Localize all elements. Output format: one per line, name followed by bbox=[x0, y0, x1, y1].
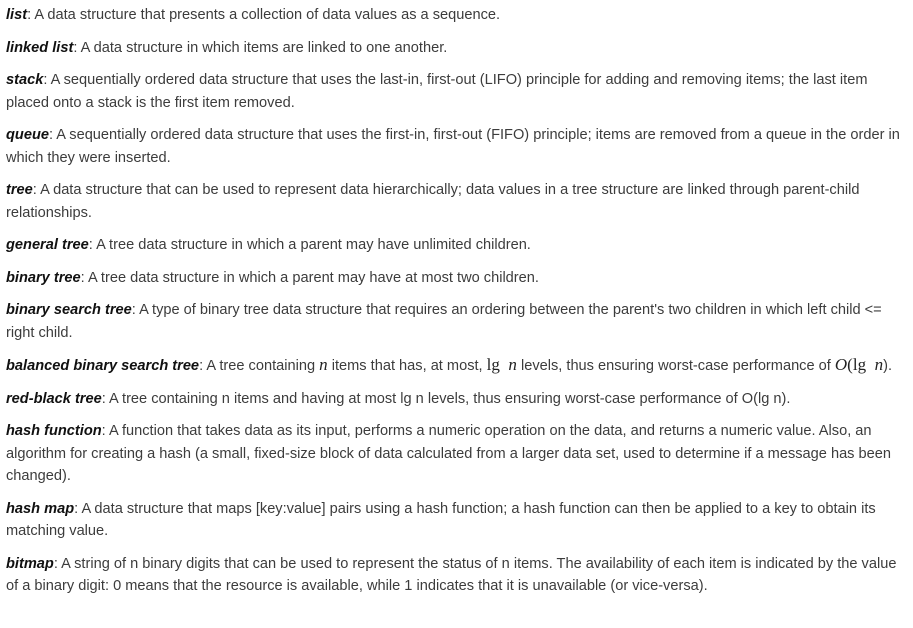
glossary-entry-binary-search-tree: binary search tree: A type of binary tre… bbox=[6, 302, 882, 341]
math-n: n bbox=[319, 355, 328, 374]
definition: A data structure that can be used to rep… bbox=[6, 182, 860, 221]
glossary-entry-list: list: A data structure that presents a c… bbox=[6, 7, 501, 23]
definition: A data structure that maps [key:value] p… bbox=[6, 500, 876, 540]
glossary-entry-hash-function: hash function: A function that takes dat… bbox=[6, 423, 892, 484]
term: balanced binary search tree bbox=[6, 358, 200, 374]
definition: A function that takes data as its input,… bbox=[6, 423, 892, 484]
term: binary tree bbox=[6, 269, 81, 286]
definition: A tree data structure in which a parent … bbox=[96, 237, 531, 253]
term: hash map bbox=[6, 500, 75, 517]
definition: A sequentially ordered data structure th… bbox=[6, 72, 868, 111]
math-big-o: O(lg n bbox=[834, 355, 884, 374]
term: red-black tree bbox=[6, 390, 102, 407]
term: stack bbox=[6, 72, 44, 88]
math-lg-n: lg n bbox=[486, 355, 517, 374]
definition: A data structure that presents a collect… bbox=[34, 7, 501, 23]
glossary-entry-red-black-tree: red-black tree: A tree containing n item… bbox=[6, 390, 791, 407]
term: list bbox=[6, 7, 28, 23]
glossary-entry-balanced-binary-search-tree: balanced binary search tree: A tree cont… bbox=[6, 355, 892, 374]
definition-part: levels, thus ensuring worst-case perform… bbox=[520, 358, 831, 374]
term: tree bbox=[6, 182, 33, 198]
definition-part: A tree containing bbox=[206, 358, 316, 374]
term: binary search tree bbox=[6, 302, 132, 318]
definition-end: ). bbox=[883, 358, 892, 374]
glossary-entry-hash-map: hash map: A data structure that maps [ke… bbox=[6, 500, 876, 540]
term: general tree bbox=[6, 237, 89, 253]
definition-part: items that has, at most, bbox=[331, 358, 483, 374]
term: linked list bbox=[6, 39, 74, 56]
term: bitmap bbox=[6, 555, 54, 572]
term: hash function bbox=[6, 423, 102, 439]
glossary-entry-tree: tree: A data structure that can be used … bbox=[6, 182, 860, 221]
definition: A sequentially ordered data structure th… bbox=[6, 127, 900, 166]
definition: A tree data structure in which a parent … bbox=[87, 269, 539, 286]
glossary-entry-binary-tree: binary tree: A tree data structure in wh… bbox=[6, 269, 539, 286]
glossary-entry-linked-list: linked list: A data structure in which i… bbox=[6, 39, 448, 56]
definition: A data structure in which items are link… bbox=[80, 39, 448, 56]
glossary-entry-stack: stack: A sequentially ordered data struc… bbox=[6, 72, 868, 111]
glossary-entry-bitmap: bitmap: A string of n binary digits that… bbox=[6, 555, 897, 595]
definition: A tree containing n items and having at … bbox=[109, 390, 791, 407]
term: queue bbox=[6, 127, 49, 143]
glossary-entry-general-tree: general tree: A tree data structure in w… bbox=[6, 237, 531, 253]
glossary: list: A data structure that presents a c… bbox=[0, 0, 913, 598]
definition: A string of n binary digits that can be … bbox=[6, 555, 897, 595]
glossary-entry-queue: queue: A sequentially ordered data struc… bbox=[6, 127, 900, 166]
